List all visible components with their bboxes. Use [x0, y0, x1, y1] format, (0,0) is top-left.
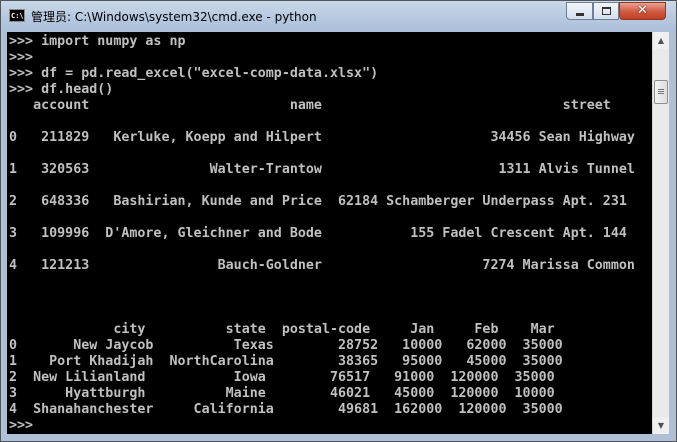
console-line: 1 Port Khadijah NorthCarolina 38365 9500…	[9, 354, 563, 369]
console-line: account name street	[9, 98, 611, 113]
scroll-up-arrow-icon[interactable]: ▲	[653, 32, 669, 49]
thumb-grip-line	[658, 89, 664, 90]
close-icon: ✕	[637, 3, 648, 18]
cmd-app-icon[interactable]: C:\	[9, 9, 25, 22]
close-button[interactable]: ✕	[619, 2, 666, 20]
title-bar[interactable]: C:\ 管理员: C:\Windows\system32\cmd.exe - p…	[1, 1, 676, 31]
scroll-down-arrow-icon[interactable]: ▼	[653, 417, 669, 434]
console-line: 1 320563 Walter-Trantow 1311 Alvis Tunne…	[9, 162, 635, 177]
console-line: >>>	[9, 50, 34, 65]
vertical-scrollbar[interactable]: ▲ ▼	[652, 32, 669, 434]
console-line: >>>	[9, 418, 34, 433]
console-line: 2 648336 Bashirian, Kunde and Price 6218…	[9, 194, 627, 209]
minimize-icon	[576, 13, 584, 16]
console-line: >>> df = pd.read_excel("excel-comp-data.…	[9, 66, 379, 81]
console-line: 3 109996 D'Amore, Gleichner and Bode 155…	[9, 226, 627, 241]
console-line: 0 211829 Kerluke, Koepp and Hilpert 3445…	[9, 130, 635, 145]
maximize-button[interactable]	[593, 2, 619, 20]
console-line: >>> df.head()	[9, 82, 114, 97]
cmd-window: C:\ 管理员: C:\Windows\system32\cmd.exe - p…	[0, 0, 677, 442]
minimize-button[interactable]	[566, 2, 593, 20]
thumb-grip-line	[658, 93, 664, 94]
console-output[interactable]: >>> import numpy as np >>> >>> df = pd.rea…	[7, 32, 652, 434]
thumb-grip-line	[658, 91, 664, 92]
console-line: 4 Shanahanchester California 49681 16200…	[9, 402, 563, 417]
console-line: 3 Hyattburgh Maine 46021 45000 120000 10…	[9, 386, 555, 401]
console-line: 0 New Jaycob Texas 28752 10000 62000 350…	[9, 338, 563, 353]
console-line: >>> import numpy as np	[9, 34, 186, 49]
maximize-icon	[602, 7, 611, 15]
console-line: 2 New Lilianland Iowa 76517 91000 120000…	[9, 370, 555, 385]
window-title: 管理员: C:\Windows\system32\cmd.exe - pytho…	[31, 10, 317, 24]
scroll-thumb[interactable]	[654, 80, 668, 104]
console-line: city state postal-code Jan Feb Mar	[9, 322, 555, 337]
console-line: 4 121213 Bauch-Goldner 7274 Marissa Comm…	[9, 258, 635, 273]
